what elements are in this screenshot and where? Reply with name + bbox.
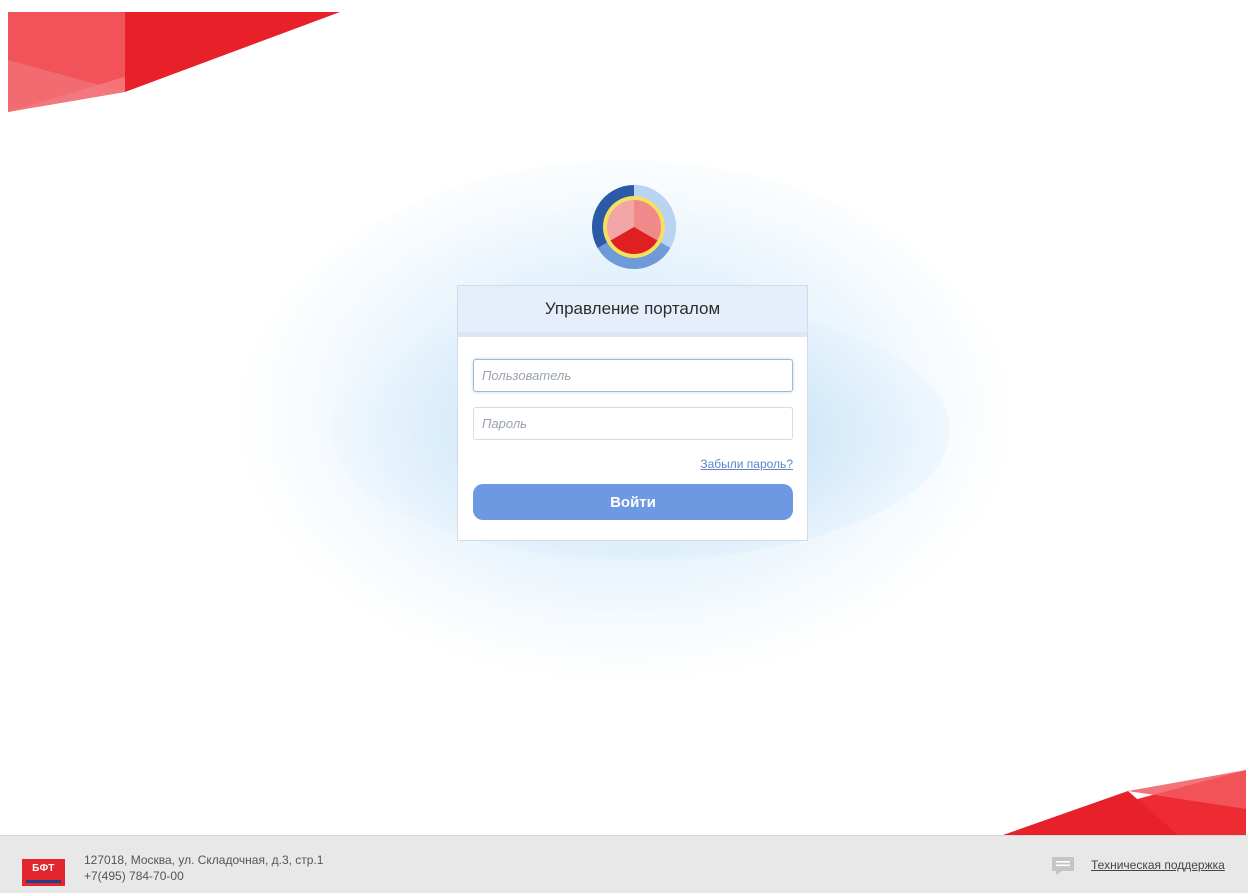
bft-logo: БФТ <box>22 859 65 886</box>
login-button[interactable]: Войти <box>473 484 793 520</box>
tech-support-link[interactable]: Техническая поддержка <box>1091 858 1225 872</box>
login-page: Управление порталом Забыли пароль? Войти… <box>0 0 1248 893</box>
login-title: Управление порталом <box>544 299 721 318</box>
phone-text: +7(495) 784-70-00 <box>84 869 184 883</box>
footer: БФТ 127018, Москва, ул. Складочная, д.3,… <box>0 835 1248 893</box>
portal-logo-icon <box>591 184 677 270</box>
address-text: 127018, Москва, ул. Складочная, д.3, стр… <box>84 853 324 867</box>
chat-icon[interactable] <box>1051 856 1075 876</box>
password-input[interactable] <box>473 407 793 440</box>
corner-decoration-top-left <box>8 12 340 112</box>
contact-info: 127018, Москва, ул. Складочная, д.3, стр… <box>84 852 323 884</box>
bft-logo-text: БФТ <box>32 863 55 874</box>
login-card: Управление порталом Забыли пароль? Войти <box>457 285 808 541</box>
login-card-header: Управление порталом <box>458 286 807 337</box>
corner-decoration-bottom-right <box>1003 770 1246 835</box>
bft-logo-bar <box>26 880 61 883</box>
forgot-password-link[interactable]: Забыли пароль? <box>700 457 793 471</box>
username-input[interactable] <box>473 359 793 392</box>
